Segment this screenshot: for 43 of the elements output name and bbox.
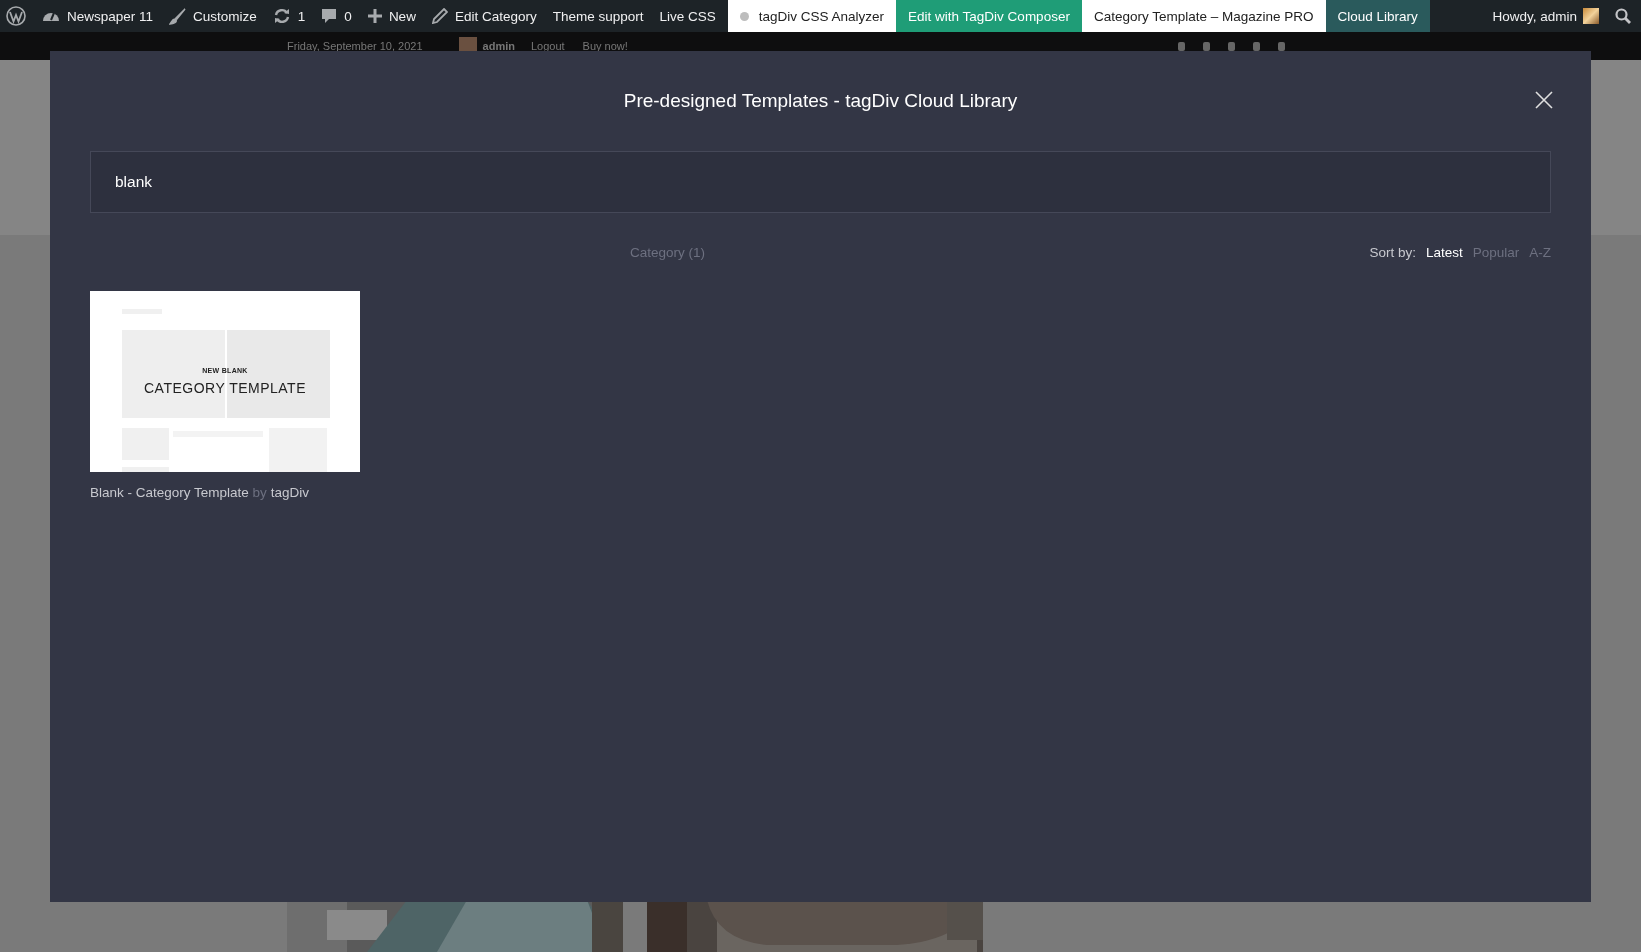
- admin-bar-item[interactable]: Newspaper 11: [34, 0, 162, 32]
- admin-bar-item[interactable]: Customize: [161, 0, 265, 32]
- admin-bar-label: tagDiv CSS Analyzer: [758, 8, 885, 24]
- preview-title: CATEGORY TEMPLATE: [143, 380, 307, 396]
- admin-bar-label: New: [388, 8, 416, 24]
- admin-bar-item[interactable]: Category Template – Magazine PRO: [1081, 0, 1326, 32]
- plus-icon: [367, 9, 382, 23]
- admin-bar-label: Edit with TagDiv Composer: [908, 8, 1070, 24]
- dialog-title: Pre-designed Templates - tagDiv Cloud Library: [623, 90, 1018, 112]
- comment-icon: [321, 8, 338, 24]
- admin-bar-label: Cloud Library: [1337, 8, 1418, 24]
- admin-bar-label: 1: [297, 8, 306, 24]
- template-caption[interactable]: Blank - Category Template by tagDiv: [90, 485, 360, 500]
- sort-label: Sort by:: [1369, 244, 1416, 260]
- admin-bar-label: Customize: [193, 8, 257, 24]
- admin-bar-item[interactable]: Cloud Library: [1325, 0, 1430, 32]
- avatar-icon[interactable]: [1583, 8, 1599, 24]
- admin-bar-label: Edit Category: [454, 8, 537, 24]
- admin-bar-label: 0: [344, 8, 352, 24]
- admin-bar-label: Newspaper 11: [67, 8, 154, 24]
- admin-bar-label: Category Template – Magazine PRO: [1093, 8, 1314, 24]
- logout-link[interactable]: Logout: [530, 40, 565, 52]
- admin-bar-item[interactable]: 1: [264, 0, 314, 32]
- admin-bar-item[interactable]: New: [359, 0, 424, 32]
- user-link[interactable]: admin: [482, 40, 515, 52]
- admin-bar-item[interactable]: Edit Category: [423, 0, 545, 32]
- sort-option[interactable]: Latest: [1425, 244, 1463, 260]
- admin-bar-item[interactable]: Live CSS: [651, 0, 724, 32]
- wordpress-logo-icon[interactable]: [6, 6, 26, 26]
- status-dot-icon: [739, 11, 749, 21]
- greeting[interactable]: Howdy, admin: [1492, 8, 1577, 24]
- search-field[interactable]: blank: [90, 151, 1551, 213]
- admin-bar-item[interactable]: Theme support: [544, 0, 652, 32]
- admin-bar-item[interactable]: tagDiv CSS Analyzer: [727, 0, 897, 32]
- admin-bar-label: Theme support: [552, 8, 644, 24]
- refresh-icon: [272, 8, 291, 24]
- brush-icon: [169, 7, 187, 25]
- admin-bar-item[interactable]: 0: [313, 0, 360, 32]
- buy-link[interactable]: Buy now!: [582, 40, 628, 52]
- search-icon[interactable]: [1615, 8, 1631, 24]
- pencil-icon: [431, 8, 448, 24]
- admin-bar-label: Live CSS: [659, 8, 716, 24]
- date-text: Friday, September 10, 2021: [287, 40, 423, 52]
